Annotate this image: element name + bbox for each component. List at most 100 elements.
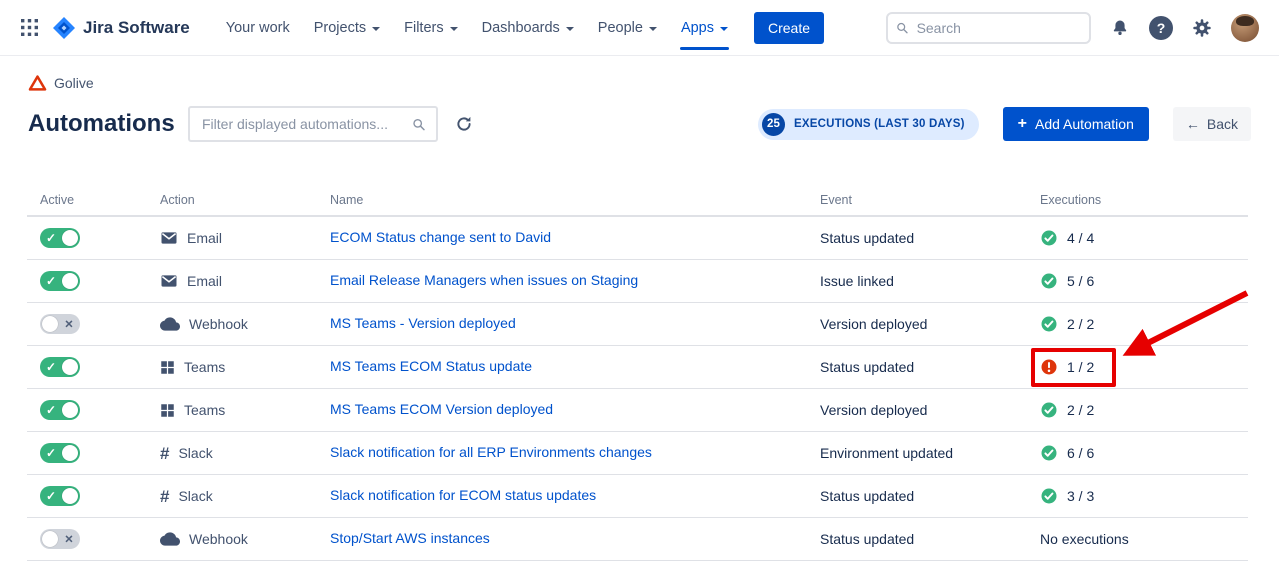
toggle-check-glyph: ✓ bbox=[46, 275, 56, 287]
active-toggle[interactable]: × bbox=[40, 529, 80, 549]
nav-item-filters[interactable]: Filters bbox=[394, 13, 467, 43]
table-row: × Webhook Stop/Start AWS instances Statu… bbox=[27, 518, 1248, 561]
settings-gear-icon[interactable] bbox=[1189, 15, 1215, 41]
breadcrumb-app-name[interactable]: Golive bbox=[54, 75, 94, 91]
active-toggle[interactable]: ✓ bbox=[40, 228, 80, 248]
email-icon bbox=[160, 272, 178, 290]
filter-input[interactable] bbox=[200, 115, 406, 133]
golive-logo-icon bbox=[28, 74, 47, 92]
success-check-icon bbox=[1040, 401, 1058, 419]
nav-item-your-work[interactable]: Your work bbox=[216, 13, 300, 43]
nav-item-people[interactable]: People bbox=[588, 13, 667, 43]
toggle-check-glyph: ✓ bbox=[46, 447, 56, 459]
automation-name-link[interactable]: Stop/Start AWS instances bbox=[330, 530, 490, 546]
global-search[interactable] bbox=[886, 12, 1091, 44]
success-check-icon bbox=[1040, 272, 1058, 290]
search-input[interactable] bbox=[915, 19, 1081, 37]
executions-value: 1 / 2 bbox=[1067, 359, 1094, 375]
executions-success-icon bbox=[1040, 401, 1058, 419]
executions-badge[interactable]: 25 EXECUTIONS (LAST 30 DAYS) bbox=[758, 109, 979, 140]
filter-search-icon bbox=[412, 117, 426, 132]
toggle-cross-glyph: × bbox=[65, 532, 73, 546]
nav-right-cluster: ? bbox=[886, 12, 1259, 44]
table-row: ✓ # Slack Slack notification for ECOM sta… bbox=[27, 475, 1248, 518]
action-type-label: Slack bbox=[178, 445, 212, 461]
notifications-icon[interactable] bbox=[1107, 15, 1133, 41]
event-label: Version deployed bbox=[820, 402, 927, 418]
event-label: Status updated bbox=[820, 359, 914, 375]
toggle-knob bbox=[42, 531, 58, 547]
automation-name-link[interactable]: ECOM Status change sent to David bbox=[330, 229, 551, 245]
success-check-icon bbox=[1040, 444, 1058, 462]
table-header: Active Action Name Event Executions bbox=[27, 190, 1248, 217]
toolbar: Automations 25 EXECUTIONS (LAST 30 DAYS)… bbox=[28, 102, 1251, 146]
executions-count: 25 bbox=[762, 113, 785, 136]
event-label: Status updated bbox=[820, 531, 914, 547]
nav-item-projects[interactable]: Projects bbox=[304, 13, 390, 43]
webhook-icon bbox=[160, 529, 180, 549]
toggle-knob bbox=[62, 273, 78, 289]
active-toggle[interactable]: ✓ bbox=[40, 400, 80, 420]
automation-name-link[interactable]: MS Teams ECOM Version deployed bbox=[330, 401, 553, 417]
nav-item-dashboards[interactable]: Dashboards bbox=[472, 13, 584, 43]
teams-icon bbox=[160, 360, 175, 375]
automation-name-link[interactable]: Slack notification for all ERP Environme… bbox=[330, 444, 652, 460]
column-header-active: Active bbox=[40, 193, 160, 207]
error-exclamation-icon bbox=[1040, 358, 1058, 376]
executions-success-icon bbox=[1040, 229, 1058, 247]
toggle-cross-glyph: × bbox=[65, 317, 73, 331]
active-toggle[interactable]: ✓ bbox=[40, 271, 80, 291]
executions-value: No executions bbox=[1040, 531, 1129, 547]
executions-value: 6 / 6 bbox=[1067, 445, 1094, 461]
automation-name-link[interactable]: Slack notification for ECOM status updat… bbox=[330, 487, 596, 503]
nav-item-label: Filters bbox=[404, 20, 443, 36]
success-check-icon bbox=[1040, 315, 1058, 333]
automation-name-link[interactable]: MS Teams ECOM Status update bbox=[330, 358, 532, 374]
help-glyph: ? bbox=[1157, 20, 1166, 36]
active-toggle[interactable]: × bbox=[40, 314, 80, 334]
add-automation-button[interactable]: + Add Automation bbox=[1003, 107, 1149, 141]
webhook-icon bbox=[160, 314, 180, 334]
executions-error-icon bbox=[1040, 358, 1058, 376]
nav-item-apps[interactable]: Apps bbox=[671, 13, 738, 43]
table-row: ✓ Teams MS Teams ECOM Status update Stat… bbox=[27, 346, 1248, 389]
success-check-icon bbox=[1040, 487, 1058, 505]
plus-icon: + bbox=[1018, 116, 1027, 132]
jira-logo[interactable]: Jira Software bbox=[52, 16, 190, 40]
automation-name-link[interactable]: Email Release Managers when issues on St… bbox=[330, 272, 638, 288]
toggle-check-glyph: ✓ bbox=[46, 490, 56, 502]
create-button[interactable]: Create bbox=[754, 12, 824, 44]
active-toggle[interactable]: ✓ bbox=[40, 443, 80, 463]
table-row: ✓ Teams MS Teams ECOM Version deployed V… bbox=[27, 389, 1248, 432]
table-body: ✓ Email ECOM Status change sent to David… bbox=[27, 217, 1248, 561]
automations-table: Active Action Name Event Executions ✓ Em… bbox=[27, 190, 1248, 561]
breadcrumb: Golive bbox=[28, 72, 1279, 94]
back-button[interactable]: ← Back bbox=[1173, 107, 1251, 141]
user-avatar[interactable] bbox=[1231, 14, 1259, 42]
help-icon[interactable]: ? bbox=[1149, 16, 1173, 40]
slack-hash-glyph: # bbox=[160, 445, 169, 462]
action-type-label: Email bbox=[187, 273, 222, 289]
active-toggle[interactable]: ✓ bbox=[40, 357, 80, 377]
action-type-label: Slack bbox=[178, 488, 212, 504]
table-row: ✓ Email Email Release Managers when issu… bbox=[27, 260, 1248, 303]
toggle-knob bbox=[42, 316, 58, 332]
app-switcher-icon[interactable] bbox=[16, 15, 42, 41]
event-label: Version deployed bbox=[820, 316, 927, 332]
executions-success-icon bbox=[1040, 272, 1058, 290]
nav-item-label: People bbox=[598, 20, 643, 36]
chevron-down-icon bbox=[649, 27, 657, 31]
active-toggle[interactable]: ✓ bbox=[40, 486, 80, 506]
add-automation-label: Add Automation bbox=[1035, 116, 1134, 132]
slack-icon: # bbox=[160, 488, 169, 505]
teams-icon bbox=[160, 403, 175, 418]
refresh-icon[interactable] bbox=[452, 112, 476, 136]
automation-name-link[interactable]: MS Teams - Version deployed bbox=[330, 315, 516, 331]
toggle-knob bbox=[62, 402, 78, 418]
executions-value: 3 / 3 bbox=[1067, 488, 1094, 504]
page-title: Automations bbox=[28, 110, 188, 138]
action-type-label: Webhook bbox=[189, 531, 248, 547]
chevron-down-icon bbox=[450, 27, 458, 31]
filter-input-box[interactable] bbox=[188, 106, 438, 142]
executions-success-icon bbox=[1040, 487, 1058, 505]
